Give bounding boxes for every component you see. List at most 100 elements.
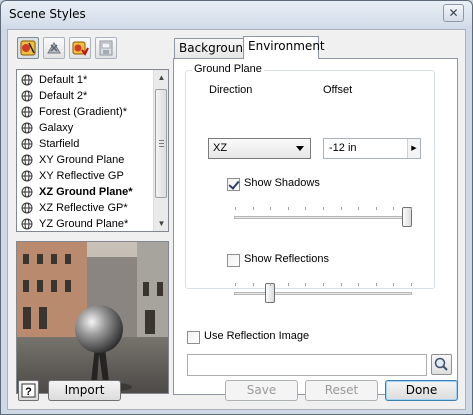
scroll-down-arrow-icon[interactable]: ▼ [154, 216, 169, 231]
list-item-label: XY Ground Plane [39, 154, 125, 166]
direction-dropdown[interactable]: XZ [208, 138, 311, 159]
chevron-down-icon [296, 146, 304, 151]
slider-tick [287, 283, 289, 286]
save-label: Save [246, 383, 277, 397]
shadow-slider-track[interactable] [234, 216, 412, 219]
slider-tick [323, 207, 324, 210]
reflection-image-path-field[interactable] [187, 354, 427, 376]
save-to-library-button[interactable] [95, 37, 117, 59]
tab-environment[interactable]: Environment [243, 36, 325, 59]
list-item-label: XY Reflective GP [39, 170, 124, 182]
window-title: Scene Styles [9, 7, 86, 21]
list-item-label: Galaxy [39, 122, 74, 134]
tab-label: Environment [248, 39, 325, 53]
scrollbar-thumb[interactable] [155, 89, 167, 198]
list-item-label: XZ Ground Plane* [39, 186, 133, 198]
help-button[interactable]: ? [18, 380, 39, 401]
slider-tick [252, 207, 254, 210]
globe-icon [21, 74, 33, 86]
slider-tick [323, 283, 324, 286]
title-bar[interactable]: Scene Styles ✕ [1, 1, 472, 27]
list-item-label: YZ Ground Plane* [39, 218, 129, 230]
slider-tick [252, 283, 254, 286]
list-item-label: Default 2* [39, 90, 88, 102]
ground-plane-title: Ground Plane [192, 63, 264, 75]
tab-background[interactable]: Background [174, 38, 251, 59]
slider-tick [375, 283, 377, 286]
list-item-label: Default 1* [39, 74, 88, 86]
globe-icon [21, 90, 33, 102]
slider-tick [375, 207, 377, 210]
shadow-slider-thumb[interactable] [402, 207, 412, 227]
offset-value: -12 in [329, 142, 357, 154]
style-preview-image [16, 241, 169, 394]
globe-icon [21, 218, 33, 230]
globe-icon [21, 122, 33, 134]
slider-tick [340, 207, 342, 210]
offset-label: Offset [323, 84, 353, 96]
reflection-slider-track[interactable] [234, 292, 412, 295]
tab-label: Background [179, 41, 251, 55]
scroll-up-arrow-icon[interactable]: ▲ [154, 70, 169, 85]
use-reflection-image-checkbox[interactable] [187, 331, 200, 344]
purge-style-button[interactable] [43, 37, 65, 59]
show-shadows-label[interactable]: Show Shadows [244, 177, 320, 189]
list-scrollbar[interactable]: ▲ ▼ [153, 70, 168, 231]
offset-input[interactable]: -12 in ▶ [323, 138, 421, 159]
slider-tick [393, 283, 395, 286]
show-reflections-checkbox[interactable] [227, 254, 240, 267]
direction-label: Direction [209, 84, 253, 96]
save-to-library-icon [99, 40, 113, 56]
list-item-label: Forest (Gradient)* [39, 106, 128, 118]
slider-tick [305, 283, 307, 286]
save-button[interactable]: Save [225, 380, 298, 401]
import-button[interactable]: Import [48, 380, 121, 401]
browse-button[interactable] [431, 354, 452, 375]
purge-style-icon [47, 42, 61, 54]
new-style-button[interactable] [17, 37, 39, 59]
done-button[interactable]: Done [385, 380, 458, 401]
globe-icon [21, 154, 33, 166]
slider-tick [340, 283, 342, 286]
slider-tick [235, 207, 236, 210]
done-label: Done [405, 383, 438, 397]
help-icon: ? [21, 383, 36, 398]
globe-icon [21, 186, 33, 198]
globe-icon [21, 170, 33, 182]
slider-tick [411, 207, 412, 210]
import-label: Import [64, 383, 105, 397]
show-reflections-label[interactable]: Show Reflections [244, 253, 329, 265]
dialog-body: Default 1* Default 2* Forest (Gradient)*… [7, 29, 466, 410]
list-item-label: XZ Reflective GP* [39, 202, 128, 214]
globe-icon [21, 202, 33, 214]
style-list[interactable]: Default 1* Default 2* Forest (Gradient)*… [16, 69, 169, 232]
use-reflection-image-label[interactable]: Use Reflection Image [204, 330, 309, 342]
reset-label: Reset [324, 383, 359, 397]
slider-tick [305, 207, 307, 210]
activate-style-icon [72, 41, 89, 56]
close-button[interactable]: ✕ [443, 4, 464, 22]
reset-button[interactable]: Reset [305, 380, 378, 401]
magnifier-icon [434, 357, 448, 371]
preview-scene-image [17, 242, 168, 393]
direction-value: XZ [213, 142, 228, 154]
svg-text:?: ? [25, 386, 32, 398]
slider-tick [270, 207, 272, 210]
slider-tick [393, 207, 395, 210]
slider-tick [287, 207, 289, 210]
globe-icon [21, 106, 33, 118]
list-item-label: Starfield [39, 138, 80, 150]
new-style-icon [20, 40, 36, 56]
slider-tick [411, 283, 412, 286]
scene-styles-window: Scene Styles ✕ Default 1* Default 2* For… [0, 0, 473, 415]
slider-tick [358, 207, 360, 210]
show-shadows-checkbox[interactable] [227, 178, 240, 191]
close-icon: ✕ [448, 6, 459, 20]
globe-icon [21, 138, 33, 150]
slider-tick [358, 283, 360, 286]
activate-style-button[interactable] [69, 37, 91, 59]
environment-panel: Ground Plane Direction Offset XZ -12 in … [173, 58, 458, 395]
reflection-slider-thumb[interactable] [264, 283, 275, 303]
spin-arrow-icon[interactable]: ▶ [407, 139, 420, 158]
slider-tick [270, 283, 272, 286]
